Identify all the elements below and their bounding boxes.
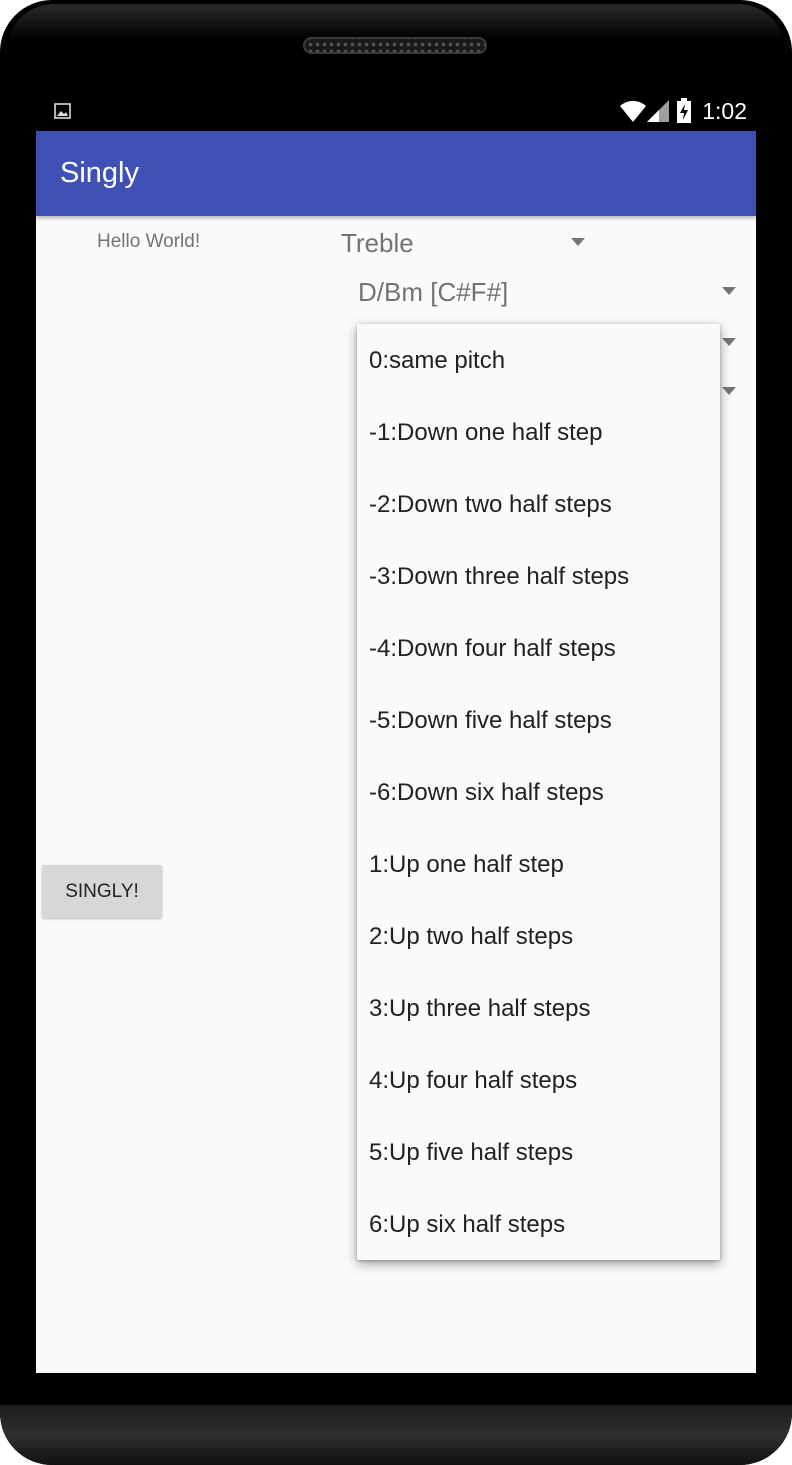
transpose-dropdown-menu: 0:same pitch -1:Down one half step -2:Down… xyxy=(357,324,720,1260)
image-icon xyxy=(54,103,71,119)
key-spinner[interactable]: D/Bm [C#F#] xyxy=(358,277,738,311)
dropdown-option[interactable]: -6:Down six half steps xyxy=(357,757,720,829)
dropdown-option[interactable]: -1:Down one half step xyxy=(357,397,720,469)
dropdown-option[interactable]: 6:Up six half steps xyxy=(357,1189,720,1261)
phone-top-bezel xyxy=(6,4,786,64)
device-screen: 1:02 Singly Hello World! Treble D/Bm [C#… xyxy=(36,88,756,1373)
status-bar: 1:02 xyxy=(36,88,756,131)
app-title: Singly xyxy=(60,157,139,189)
dropdown-option[interactable]: 4:Up four half steps xyxy=(357,1045,720,1117)
dropdown-option[interactable]: -3:Down three half steps xyxy=(357,541,720,613)
dropdown-option[interactable]: 2:Up two half steps xyxy=(357,901,720,973)
phone-frame: 1:02 Singly Hello World! Treble D/Bm [C#… xyxy=(0,0,792,1465)
dropdown-arrow-icon xyxy=(722,338,736,346)
dropdown-option[interactable]: -4:Down four half steps xyxy=(357,613,720,685)
wifi-icon xyxy=(620,100,646,122)
dropdown-option[interactable]: 3:Up three half steps xyxy=(357,973,720,1045)
battery-charging-icon xyxy=(677,98,691,123)
singly-button[interactable]: SINGLY! xyxy=(42,865,162,918)
dropdown-option[interactable]: -2:Down two half steps xyxy=(357,469,720,541)
dropdown-arrow-icon xyxy=(571,238,585,246)
clef-spinner-value: Treble xyxy=(341,228,414,258)
dropdown-option[interactable]: 1:Up one half step xyxy=(357,829,720,901)
cell-signal-icon xyxy=(647,100,669,122)
speaker-grille xyxy=(303,37,487,54)
dropdown-arrow-icon xyxy=(722,387,736,395)
status-time: 1:02 xyxy=(702,98,747,124)
hello-text: Hello World! xyxy=(97,231,201,252)
clef-spinner[interactable]: Treble xyxy=(341,228,621,262)
dropdown-arrow-icon xyxy=(722,287,736,295)
dropdown-option[interactable]: 0:same pitch xyxy=(357,325,720,397)
key-spinner-value: D/Bm [C#F#] xyxy=(358,277,509,307)
dropdown-option[interactable]: -5:Down five half steps xyxy=(357,685,720,757)
app-bar: Singly xyxy=(36,131,756,216)
phone-bottom-bezel xyxy=(0,1405,792,1465)
dropdown-option[interactable]: 5:Up five half steps xyxy=(357,1117,720,1189)
dropdown-list: 0:same pitch -1:Down one half step -2:Down… xyxy=(357,324,720,1261)
